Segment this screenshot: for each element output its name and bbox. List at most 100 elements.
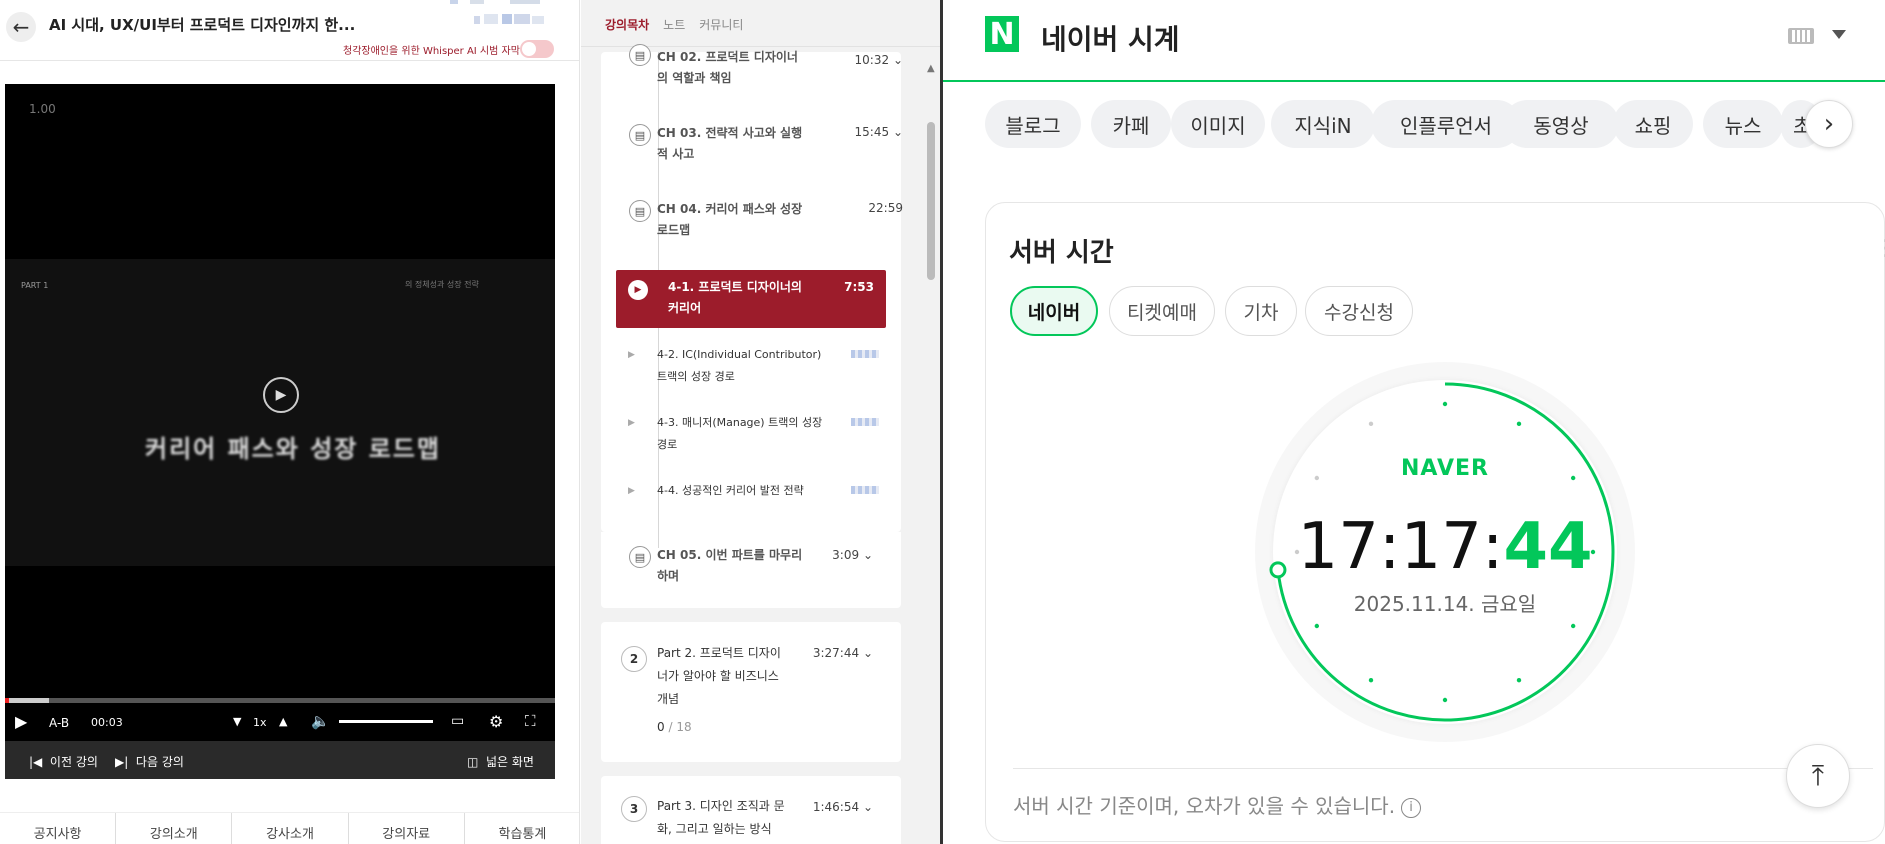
scroll-up-arrow-icon[interactable]: ▲ (927, 63, 935, 74)
playback-speed-indicator: 1.00 (29, 102, 56, 116)
chapter-title: CH 02. 프로덕트 디자이너의 역할과 책임 (657, 50, 798, 85)
category-kin[interactable]: 지식iN (1271, 100, 1375, 148)
chapter-title: CH 04. 커리어 패스와 성장 로드맵 (657, 202, 803, 237)
chevron-down-icon: ⌄ (862, 646, 873, 660)
chapter-row-ch03[interactable]: ▤ CH 03. 전략적 사고와 실행적 사고 15:45 ⌄ (621, 124, 903, 168)
tab-instructor[interactable]: 강사소개 (232, 813, 349, 844)
document-icon: ▤ (629, 124, 651, 146)
chapter-time: 15:45 ⌄ (855, 125, 903, 139)
slide-play-icon: ▶ (263, 377, 299, 413)
clock-tick (1314, 475, 1320, 481)
tab-course-intro[interactable]: 강의소개 (116, 813, 233, 844)
video-progress-track[interactable] (5, 698, 555, 703)
fullscreen-icon[interactable]: ⛶ (525, 712, 536, 730)
header-green-divider (943, 80, 1885, 82)
ab-repeat-button[interactable]: A-B (49, 716, 69, 730)
curriculum-pane: 강의목차 노트 커뮤니티 ▤ CH 02. 프로덕트 디자이너의 역할과 책임 … (581, 0, 941, 844)
back-arrow-icon[interactable]: ← (6, 12, 36, 42)
part-duration: 3:27:44 (812, 646, 860, 660)
category-influencer[interactable]: 인플루언서 (1371, 100, 1521, 148)
scroll-top-icon[interactable]: ⤒ (1786, 744, 1850, 808)
keyboard-icon[interactable] (1788, 28, 1814, 44)
wide-screen-button[interactable]: ◫ 넓은 화면 (467, 753, 534, 770)
lesson-title: 4-2. IC(Individual Contributor) 트랙의 성장 경… (657, 348, 822, 383)
slide-title: 커리어 패스와 성장 로드맵 (145, 435, 441, 463)
subtab-ticket[interactable]: 티켓예매 (1109, 286, 1215, 336)
chapter-card-ch05[interactable]: ▤ CH 05. 이번 파트를 마무리하며 3:09 ⌄ (601, 532, 901, 608)
active-lesson-title: 4-1. 프로덕트 디자이너의 커리어 (668, 280, 802, 315)
category-video[interactable]: 동영상 (1503, 100, 1619, 148)
category-blog[interactable]: 블로그 (985, 100, 1081, 148)
part-2-card[interactable]: 2 Part 2. 프로덕트 디자이너가 알아야 할 비즈니스 개념 3:27:… (601, 622, 901, 762)
header-divider (0, 60, 579, 61)
volume-icon[interactable]: 🔈 (311, 712, 330, 730)
info-icon[interactable]: i (1401, 797, 1422, 818)
tab-stats[interactable]: 학습통계 (465, 813, 579, 844)
next-lecture-button[interactable]: ▶| 다음 강의 (115, 753, 184, 770)
settings-gear-icon[interactable]: ⚙ (489, 712, 503, 731)
tab-community[interactable]: 커뮤니티 (699, 16, 743, 33)
section-title: 서버 시간 (1009, 238, 1114, 268)
document-icon: ▤ (629, 546, 651, 568)
subtab-naver[interactable]: 네이버 (1010, 286, 1098, 336)
chapter-row-ch04[interactable]: ▤ CH 04. 커리어 패스와 성장 로드맵 22:59 (621, 200, 903, 244)
part-title: Part 3. 디자인 조직과 문화, 그리고 일하는 방식 (657, 799, 785, 836)
part-title: Part 2. 프로덕트 디자이너가 알아야 할 비즈니스 개념 (657, 646, 781, 706)
lesson-title: 4-4. 성공적인 커리어 발전 전략 (657, 484, 804, 497)
chevron-down-icon: ⌄ (862, 548, 873, 562)
speed-down-icon[interactable]: ▼ (233, 715, 241, 728)
naver-logo[interactable]: N (985, 16, 1019, 52)
video-player[interactable]: 1.00 PART 1 의 정체성과 성장 전략 ▶ 커리어 패스와 성장 로드… (5, 84, 555, 779)
chapter-time: 10:32 ⌄ (855, 53, 903, 67)
document-icon: ▤ (629, 44, 651, 66)
lesson-play-arrow-icon: ▶ (628, 418, 635, 428)
volume-slider[interactable] (339, 720, 433, 723)
whisper-caption-toggle[interactable] (520, 40, 554, 58)
tab-curriculum[interactable]: 강의목차 (605, 16, 649, 33)
category-news[interactable]: 뉴스 (1703, 100, 1783, 148)
active-lesson-row[interactable]: ▶ 4-1. 프로덕트 디자이너의 커리어 7:53 (616, 270, 886, 328)
clock-tick (1516, 677, 1522, 683)
tab-notice[interactable]: 공지사항 (0, 813, 117, 844)
part-3-card[interactable]: 3 Part 3. 디자인 조직과 문화, 그리고 일하는 방식 1:46:54… (601, 776, 901, 844)
dropdown-arrow-icon[interactable] (1832, 30, 1846, 39)
chapter-duration: 10:32 (854, 53, 890, 67)
category-shopping[interactable]: 쇼핑 (1613, 100, 1693, 148)
slide-subtitle: 의 정체성과 성장 전략 (405, 280, 479, 289)
chapter-row-ch02[interactable]: ▤ CH 02. 프로덕트 디자이너의 역할과 책임 10:32 ⌄ (621, 44, 903, 92)
progress-done: 0 (657, 720, 665, 734)
wide-screen-label: 넓은 화면 (485, 755, 534, 769)
clock-tick (1442, 697, 1448, 703)
document-icon: ▤ (629, 200, 651, 222)
more-options-icon[interactable]: ⋮ (1875, 236, 1885, 261)
part-progress: 0 / 18 (657, 720, 692, 734)
chevron-right-icon[interactable]: › (1805, 100, 1853, 148)
subtab-course-registration[interactable]: 수강신청 (1305, 286, 1413, 336)
prev-lecture-label: 이전 강의 (49, 755, 98, 769)
speed-up-icon[interactable]: ▲ (279, 715, 287, 728)
disclaimer-text: 서버 시간 기준이며, 오차가 있을 수 있습니다. (1013, 794, 1396, 818)
category-cafe[interactable]: 카페 (1091, 100, 1171, 148)
subtab-train[interactable]: 기차 (1225, 286, 1297, 336)
tab-materials[interactable]: 강의자료 (349, 813, 465, 844)
tab-notes[interactable]: 노트 (663, 16, 685, 33)
chevron-down-icon: ⌄ (862, 800, 873, 814)
wide-screen-icon: ◫ (467, 755, 479, 769)
clock-time: 17:17:44 (1295, 510, 1595, 584)
play-icon[interactable]: ▶ (15, 712, 27, 731)
prev-lecture-button[interactable]: |◀ 이전 강의 (29, 753, 98, 770)
blurred-duration (851, 486, 879, 494)
category-image[interactable]: 이미지 (1171, 100, 1265, 148)
scrollbar-thumb[interactable] (927, 122, 935, 280)
lecture-player-pane: ← AI 시대, UX/UI부터 프로덕트 디자인까지 한... 청각장애인을 … (0, 0, 580, 844)
clock-tick (1570, 475, 1576, 481)
clock-tick (1368, 677, 1374, 683)
course-title: AI 시대, UX/UI부터 프로덕트 디자인까지 한... (49, 16, 356, 34)
caption-off-icon[interactable]: ▭ (451, 713, 464, 729)
chapter-title: CH 03. 전략적 사고와 실행적 사고 (657, 126, 803, 161)
clock-brand: NAVER (1401, 456, 1489, 481)
prev-icon: |◀ (29, 755, 43, 769)
chevron-down-icon: ⌄ (892, 53, 903, 67)
naver-clock-pane: N 네이버 시계 블로그 카페 이미지 지식iN 인플루언서 동영상 쇼핑 뉴스… (940, 0, 1885, 844)
clock-tick (1442, 401, 1448, 407)
